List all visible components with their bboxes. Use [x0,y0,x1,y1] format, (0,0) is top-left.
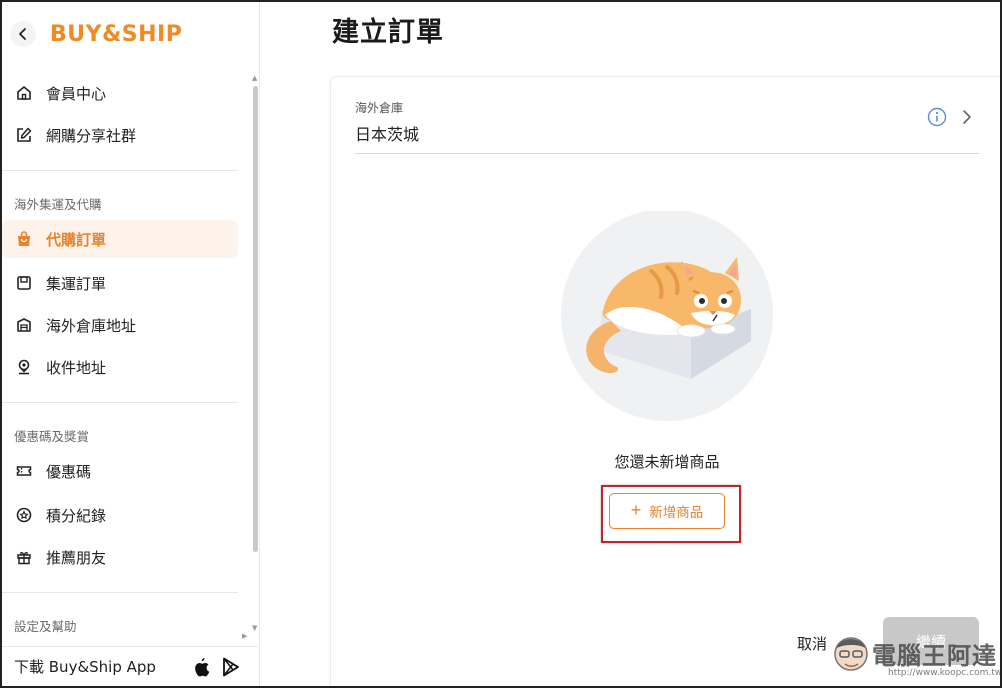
points-icon [14,505,34,525]
edit-icon [14,125,34,145]
sidebar-item-community[interactable]: 網購分享社群 [2,116,238,154]
sidebar-item-label: 海外倉庫地址 [46,316,137,335]
sidebar-item-purchase-orders[interactable]: 代購訂單 [2,220,238,258]
warehouse-label: 海外倉庫 [355,101,404,115]
back-button[interactable] [10,21,36,47]
sidebar-item-shipping-orders[interactable]: 集運訂單 [2,264,238,302]
scroll-right-icon[interactable]: ▶ [242,632,247,640]
add-item-label: 新增商品 [649,505,704,520]
coupon-icon [14,461,34,481]
sidebar-divider [2,170,238,171]
shopping-bag-icon [14,229,34,249]
google-play-icon[interactable] [222,657,240,677]
sidebar-item-label: 優惠碼 [46,462,92,481]
sidebar-item-coupons[interactable]: 優惠碼 [2,452,238,490]
sidebar: BUY&SHIP 會員中心 網購分享社群 海外集運及代購 代購訂單 集運訂單 海… [2,2,260,686]
watermark: 電腦王阿達 http://www.koopc.com.tw [832,630,1002,686]
sidebar-item-points[interactable]: 積分紀錄 [2,496,238,534]
brand-logo[interactable]: BUY&SHIP [50,22,182,47]
sidebar-item-label: 積分紀錄 [46,506,107,525]
add-item-button[interactable]: + 新增商品 [609,493,725,529]
home-icon [14,83,34,103]
section-title-settings: 設定及幫助 [14,619,77,634]
box-icon [14,273,34,293]
sidebar-item-label: 網購分享社群 [46,126,137,145]
watermark-mascot-icon [834,637,868,671]
page-title: 建立訂單 [332,17,444,48]
scroll-up-icon[interactable]: ▲ [252,74,257,82]
sidebar-divider [2,402,238,403]
sidebar-item-warehouse-address[interactable]: 海外倉庫地址 [2,306,238,344]
sidebar-header: BUY&SHIP [2,2,259,66]
empty-cart-illustration [561,211,773,421]
scroll-down-icon[interactable]: ▼ [252,624,257,632]
sidebar-item-label: 代購訂單 [46,230,107,249]
section-title-rewards: 優惠碼及獎賞 [14,429,90,444]
apple-icon[interactable] [192,657,210,677]
sidebar-item-referral[interactable]: 推薦朋友 [2,538,238,576]
sidebar-item-delivery-address[interactable]: 收件地址 [2,348,238,386]
location-pin-icon [14,357,34,377]
cancel-button[interactable]: 取消 [797,633,827,654]
warehouse-icon [14,315,34,335]
sidebar-item-label: 收件地址 [46,358,107,377]
sidebar-item-member-center[interactable]: 會員中心 [2,74,238,112]
scroll-thumb[interactable] [253,86,258,552]
app-download-row: 下載 Buy&Ship App [2,646,258,686]
chevron-left-icon [19,28,26,40]
section-title-shipping: 海外集運及代購 [14,197,102,212]
watermark-url: http://www.koopc.com.tw [888,668,1002,678]
sidebar-item-label: 推薦朋友 [46,548,107,567]
gift-icon [14,547,34,567]
plus-icon: + [630,500,642,520]
warehouse-selector[interactable]: 日本茨城 [355,121,419,145]
chevron-right-icon[interactable] [961,109,973,125]
warehouse-underline [355,153,979,154]
sidebar-item-label: 集運訂單 [46,274,107,293]
sidebar-divider [2,592,238,593]
info-icon[interactable] [927,107,947,127]
watermark-text: 電腦王阿達 [872,642,997,670]
app-download-label: 下載 Buy&Ship App [14,658,156,676]
sidebar-scrollbar[interactable]: ▲ ▼ [252,74,258,638]
empty-message: 您還未新增商品 [614,453,720,471]
sidebar-item-label: 會員中心 [46,84,107,103]
order-card: 海外倉庫 日本茨城 您還未新增商品 + 新增商品 取消 繼續 [330,76,1002,688]
